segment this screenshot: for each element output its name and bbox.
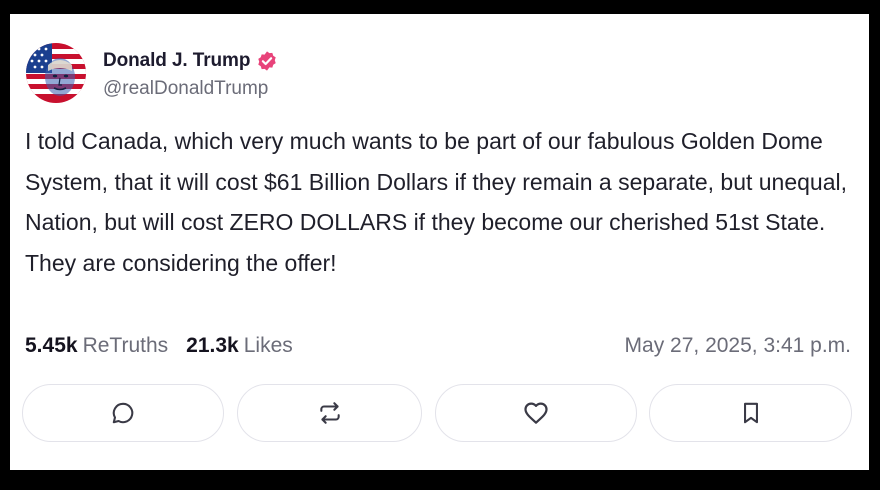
likes-count[interactable]: 21.3k <box>186 334 239 358</box>
author-info: Donald J. Trump @realDonaldTrump <box>103 46 278 100</box>
post-timestamp[interactable]: May 27, 2025, 3:41 p.m. <box>625 334 851 358</box>
comment-icon <box>112 402 134 424</box>
retruths-label[interactable]: ReTruths <box>83 334 169 358</box>
bookmark-button[interactable] <box>649 384 852 442</box>
post-stats: 5.45k ReTruths 21.3k Likes May 27, 2025,… <box>25 332 851 360</box>
retruths-count[interactable]: 5.45k <box>25 334 78 358</box>
retruth-button[interactable] <box>237 384 422 442</box>
heart-icon <box>524 402 548 424</box>
author-handle[interactable]: @realDonaldTrump <box>103 78 278 100</box>
post-header: Donald J. Trump @realDonaldTrump <box>26 42 278 104</box>
like-button[interactable] <box>435 384 637 442</box>
avatar[interactable] <box>26 43 86 103</box>
likes-label[interactable]: Likes <box>244 334 293 358</box>
post-card: Donald J. Trump @realDonaldTrump I told … <box>10 14 869 470</box>
post-text: I told Canada, which very much wants to … <box>25 128 848 276</box>
reply-button[interactable] <box>22 384 224 442</box>
bookmark-icon <box>743 402 758 424</box>
author-name-row: Donald J. Trump <box>103 46 278 76</box>
post-actions <box>22 384 854 444</box>
author-display-name[interactable]: Donald J. Trump <box>103 50 250 72</box>
verified-badge-icon <box>256 50 278 72</box>
repost-icon <box>319 402 340 424</box>
flag-portrait-avatar-icon <box>26 43 86 103</box>
